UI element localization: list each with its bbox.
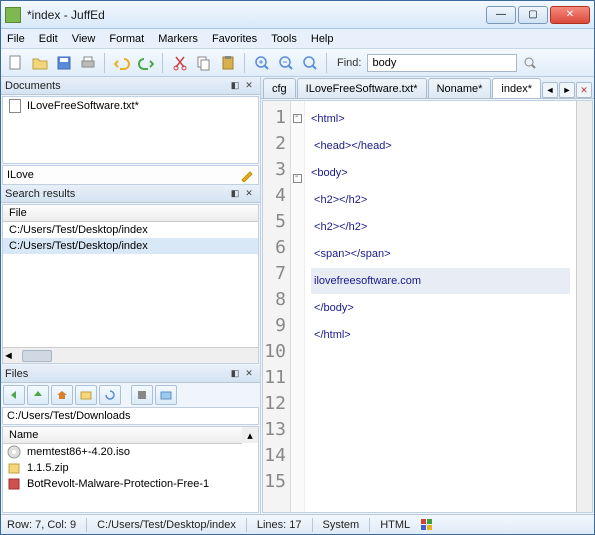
zoom-reset-icon[interactable]: [299, 52, 321, 74]
documents-filter[interactable]: [2, 165, 259, 185]
nav-refresh-icon[interactable]: [99, 385, 121, 405]
menu-file[interactable]: File: [7, 33, 25, 45]
menu-tools[interactable]: Tools: [271, 33, 297, 45]
file-row[interactable]: 1.1.5.zip: [3, 460, 258, 476]
tab-ilovefreesoftware[interactable]: ILoveFreeSoftware.txt*: [297, 78, 427, 98]
exe-icon: [7, 477, 21, 491]
find-label: Find:: [337, 57, 361, 69]
menubar: File Edit View Format Markers Favorites …: [1, 29, 594, 49]
panel-float-icon[interactable]: ◧: [228, 79, 242, 93]
tabs-close-icon[interactable]: ✕: [576, 82, 592, 98]
open-file-icon[interactable]: [29, 52, 51, 74]
files-panel-title: Files ◧ ✕: [1, 365, 260, 383]
statusbar: Row: 7, Col: 9 C:/Users/Test/Desktop/ind…: [1, 514, 594, 534]
status-encoding: System: [323, 519, 360, 531]
panel-close-icon[interactable]: ✕: [242, 187, 256, 201]
toolbar: Find:: [1, 49, 594, 77]
menu-edit[interactable]: Edit: [39, 33, 58, 45]
line-gutter: 123456789101112131415: [263, 101, 291, 512]
windows-flag-icon: [420, 518, 434, 532]
file-row[interactable]: memtest86+-4.20.iso: [3, 444, 258, 460]
tab-index[interactable]: index*: [492, 78, 541, 98]
menu-view[interactable]: View: [72, 33, 96, 45]
close-button[interactable]: ✕: [550, 6, 590, 24]
fold-gutter[interactable]: [291, 101, 305, 512]
nav-current-icon[interactable]: [75, 385, 97, 405]
left-pane: Documents ◧ ✕ ILoveFreeSoftware.txt* Sea…: [1, 77, 261, 514]
document-item[interactable]: ILoveFreeSoftware.txt*: [3, 97, 258, 115]
nav-up-icon[interactable]: [27, 385, 49, 405]
panel-float-icon[interactable]: ◧: [228, 187, 242, 201]
status-language: HTML: [380, 519, 410, 531]
panel-float-icon[interactable]: ◧: [228, 367, 242, 381]
tabbar: cfg ILoveFreeSoftware.txt* Noname* index…: [261, 77, 594, 99]
scroll-up-icon[interactable]: ▴: [242, 427, 258, 443]
search-result-row[interactable]: C:/Users/Test/Desktop/index: [3, 238, 258, 254]
tabs-prev-icon[interactable]: ◄: [542, 82, 558, 98]
zoom-out-icon[interactable]: [275, 52, 297, 74]
archive-icon: [7, 461, 21, 475]
code-editor[interactable]: 123456789101112131415 <html> <head></hea…: [262, 100, 593, 513]
fold-toggle-icon[interactable]: [293, 114, 302, 123]
menu-favorites[interactable]: Favorites: [212, 33, 257, 45]
status-path: C:/Users/Test/Desktop/index: [97, 519, 236, 531]
file-row[interactable]: BotRevolt-Malware-Protection-Free-1: [3, 476, 258, 492]
panel-close-icon[interactable]: ✕: [242, 79, 256, 93]
files-toolbar: [1, 383, 260, 407]
documents-list[interactable]: ILoveFreeSoftware.txt*: [2, 96, 259, 164]
files-path[interactable]: C:/Users/Test/Downloads: [2, 407, 259, 425]
document-icon: [9, 99, 21, 113]
vertical-scrollbar[interactable]: [576, 101, 592, 512]
redo-icon[interactable]: [135, 52, 157, 74]
copy-icon[interactable]: [193, 52, 215, 74]
zoom-in-icon[interactable]: [251, 52, 273, 74]
documents-panel-title: Documents ◧ ✕: [1, 77, 260, 95]
menu-help[interactable]: Help: [311, 33, 334, 45]
files-list[interactable]: Name ▴ memtest86+-4.20.iso 1.1.5.zip Bot…: [2, 426, 259, 513]
search-results-list[interactable]: File C:/Users/Test/Desktop/index C:/User…: [2, 204, 259, 364]
clear-filter-icon[interactable]: [240, 168, 254, 182]
tab-noname[interactable]: Noname*: [428, 78, 492, 98]
app-window: *index - JuffEd — ▢ ✕ File Edit View For…: [0, 0, 595, 535]
nav-back-icon[interactable]: [3, 385, 25, 405]
nav-home-icon[interactable]: [51, 385, 73, 405]
code-content[interactable]: <html> <head></head> <body> <h2></h2> <h…: [305, 101, 576, 512]
tabs-next-icon[interactable]: ►: [559, 82, 575, 98]
paste-icon[interactable]: [217, 52, 239, 74]
disc-icon: [7, 445, 21, 459]
status-lines: Lines: 17: [257, 519, 302, 531]
status-position: Row: 7, Col: 9: [7, 519, 76, 531]
minimize-button[interactable]: —: [486, 6, 516, 24]
files-column-header[interactable]: Name: [3, 427, 242, 444]
panel-close-icon[interactable]: ✕: [242, 367, 256, 381]
undo-icon[interactable]: [111, 52, 133, 74]
find-go-icon[interactable]: [519, 52, 541, 74]
new-file-icon[interactable]: [5, 52, 27, 74]
cut-icon[interactable]: [169, 52, 191, 74]
print-icon[interactable]: [77, 52, 99, 74]
filter-input[interactable]: [7, 169, 240, 181]
search-column-header[interactable]: File: [3, 205, 258, 222]
maximize-button[interactable]: ▢: [518, 6, 548, 24]
menu-format[interactable]: Format: [109, 33, 144, 45]
menu-markers[interactable]: Markers: [158, 33, 198, 45]
editor-area: cfg ILoveFreeSoftware.txt* Noname* index…: [261, 77, 594, 514]
bookmark-icon[interactable]: [131, 385, 153, 405]
find-input[interactable]: [367, 54, 517, 72]
fold-toggle-icon[interactable]: [293, 174, 302, 183]
window-title: *index - JuffEd: [27, 8, 486, 22]
app-icon: [5, 7, 21, 23]
horizontal-scrollbar[interactable]: ◄: [3, 347, 258, 363]
new-folder-icon[interactable]: [155, 385, 177, 405]
titlebar[interactable]: *index - JuffEd — ▢ ✕: [1, 1, 594, 29]
save-icon[interactable]: [53, 52, 75, 74]
tab-cfg[interactable]: cfg: [263, 78, 296, 98]
search-panel-title: Search results ◧ ✕: [1, 185, 260, 203]
search-result-row[interactable]: C:/Users/Test/Desktop/index: [3, 222, 258, 238]
